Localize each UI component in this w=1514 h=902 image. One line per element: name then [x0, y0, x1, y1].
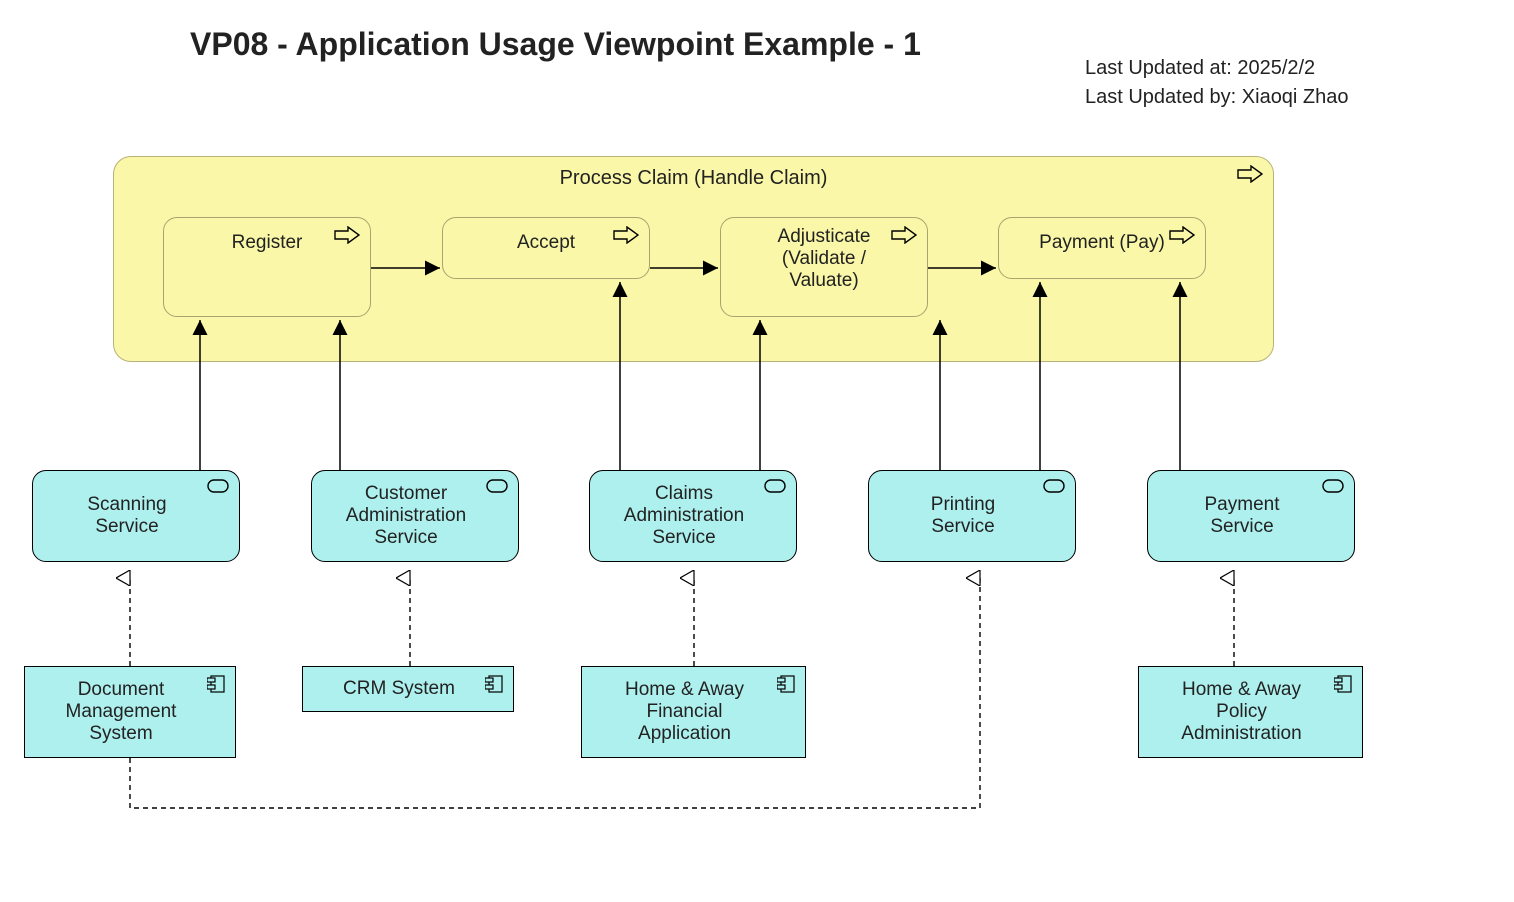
step-payment-label: Payment (Pay): [1039, 232, 1165, 253]
service-payment: Payment Service: [1147, 470, 1355, 562]
step-adjusticate-label: Adjusticate (Validate / Valuate): [778, 226, 871, 291]
service-payment-label: Payment Service: [1205, 494, 1280, 538]
service-scanning-label: Scanning Service: [87, 494, 166, 538]
component-crm-label: CRM System: [343, 678, 455, 700]
component-icon: [485, 675, 503, 693]
component-doc-mgmt: Document Management System: [24, 666, 236, 758]
step-accept: Accept: [442, 217, 650, 279]
service-scanning: Scanning Service: [32, 470, 240, 562]
component-icon: [1334, 675, 1352, 693]
component-icon: [777, 675, 795, 693]
component-icon: [207, 675, 225, 693]
process-arrow-icon: [613, 226, 639, 244]
component-policy-admin-label: Home & Away Policy Administration: [1181, 679, 1301, 745]
service-icon: [1043, 479, 1065, 493]
process-arrow-icon: [334, 226, 360, 244]
connectors-layer: [0, 0, 1514, 902]
service-customer-admin: Customer Administration Service: [311, 470, 519, 562]
component-financial-app-label: Home & Away Financial Application: [625, 679, 744, 745]
service-printing: Printing Service: [868, 470, 1076, 562]
service-icon: [1322, 479, 1344, 493]
service-customer-admin-label: Customer Administration Service: [346, 483, 466, 549]
service-claims-admin-label: Claims Administration Service: [624, 483, 744, 549]
process-arrow-icon: [1169, 226, 1195, 244]
step-adjusticate: Adjusticate (Validate / Valuate): [720, 217, 928, 317]
process-claim-label: Process Claim (Handle Claim): [114, 167, 1273, 190]
component-financial-app: Home & Away Financial Application: [581, 666, 806, 758]
diagram-metadata: Last Updated at: 2025/2/2 Last Updated b…: [1085, 54, 1349, 112]
service-icon: [486, 479, 508, 493]
component-doc-mgmt-label: Document Management System: [66, 679, 177, 745]
updated-at-label: Last Updated at:: [1085, 57, 1237, 79]
diagram-title: VP08 - Application Usage Viewpoint Examp…: [190, 26, 921, 63]
component-policy-admin: Home & Away Policy Administration: [1138, 666, 1363, 758]
updated-by-label: Last Updated by:: [1085, 86, 1242, 108]
step-accept-label: Accept: [517, 232, 575, 253]
step-payment: Payment (Pay): [998, 217, 1206, 279]
process-arrow-icon: [1237, 165, 1263, 183]
service-printing-label: Printing Service: [931, 494, 995, 538]
service-icon: [764, 479, 786, 493]
step-register-label: Register: [232, 232, 303, 253]
step-register: Register: [163, 217, 371, 317]
process-arrow-icon: [891, 226, 917, 244]
component-crm: CRM System: [302, 666, 514, 712]
updated-at-value: 2025/2/2: [1237, 57, 1315, 79]
updated-by-value: Xiaoqi Zhao: [1242, 86, 1349, 108]
service-claims-admin: Claims Administration Service: [589, 470, 797, 562]
service-icon: [207, 479, 229, 493]
